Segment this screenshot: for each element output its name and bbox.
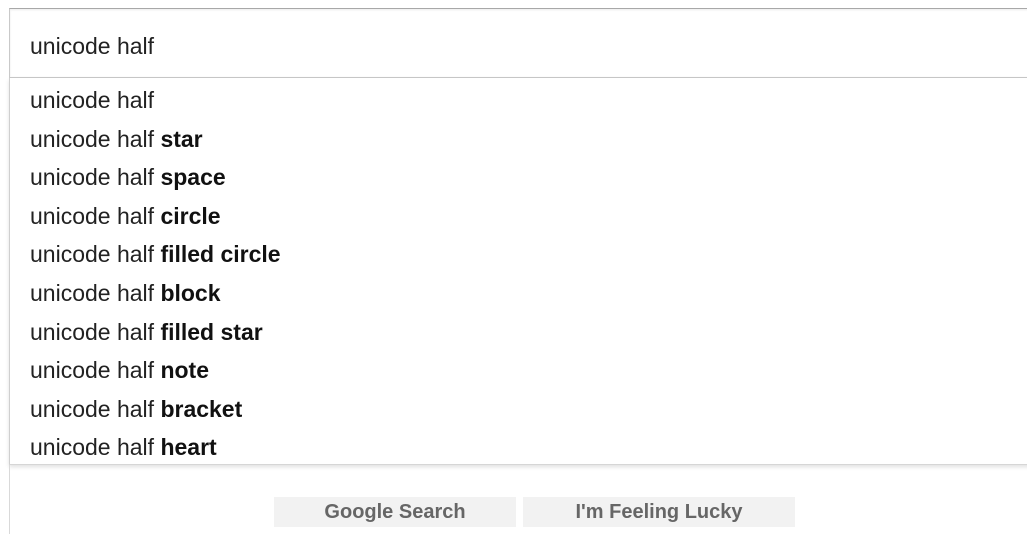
search-page: unicode half unicode half star unicode h…: [0, 0, 1027, 534]
suggestion-typed-text: unicode half: [30, 279, 161, 306]
search-box[interactable]: [9, 8, 1027, 78]
suggestion-typed-text: unicode half: [30, 87, 155, 113]
suggestion-completion-text: block: [160, 279, 221, 306]
suggestion-item[interactable]: unicode half filled star: [10, 313, 1027, 352]
suggestion-completion-text: filled star: [160, 318, 263, 345]
suggestion-typed-text: unicode half: [30, 164, 161, 191]
suggestion-dropdown: unicode half unicode half star unicode h…: [9, 78, 1027, 465]
suggestion-completion-text: note: [160, 357, 209, 384]
suggestion-item[interactable]: unicode half: [10, 81, 1027, 120]
feeling-lucky-button[interactable]: I'm Feeling Lucky: [523, 497, 795, 527]
suggestion-completion-text: filled circle: [160, 241, 281, 268]
suggestion-completion-text: heart: [160, 434, 217, 461]
suggestion-typed-text: unicode half: [30, 202, 161, 229]
suggestion-completion-text: star: [160, 125, 203, 152]
suggestion-item[interactable]: unicode half filled circle: [10, 235, 1027, 274]
search-panel-edge: [9, 465, 10, 534]
suggestion-item[interactable]: unicode half heart: [10, 428, 1027, 467]
suggestion-item[interactable]: unicode half note: [10, 351, 1027, 390]
suggestion-item[interactable]: unicode half star: [10, 120, 1027, 159]
suggestion-typed-text: unicode half: [30, 318, 161, 345]
suggestion-item[interactable]: unicode half bracket: [10, 390, 1027, 429]
suggestion-item[interactable]: unicode half space: [10, 158, 1027, 197]
suggestion-list: unicode half unicode half star unicode h…: [10, 81, 1027, 467]
suggestion-typed-text: unicode half: [30, 125, 161, 152]
suggestion-completion-text: space: [160, 164, 226, 191]
suggestion-typed-text: unicode half: [30, 395, 161, 422]
suggestion-typed-text: unicode half: [30, 357, 161, 384]
suggestion-item[interactable]: unicode half block: [10, 274, 1027, 313]
suggestion-item[interactable]: unicode half circle: [10, 197, 1027, 236]
suggestion-completion-text: circle: [160, 202, 221, 229]
suggestion-typed-text: unicode half: [30, 241, 161, 268]
search-input[interactable]: [30, 31, 930, 61]
suggestion-typed-text: unicode half: [30, 434, 161, 461]
google-search-button[interactable]: Google Search: [274, 497, 516, 527]
suggestion-completion-text: bracket: [160, 395, 243, 422]
